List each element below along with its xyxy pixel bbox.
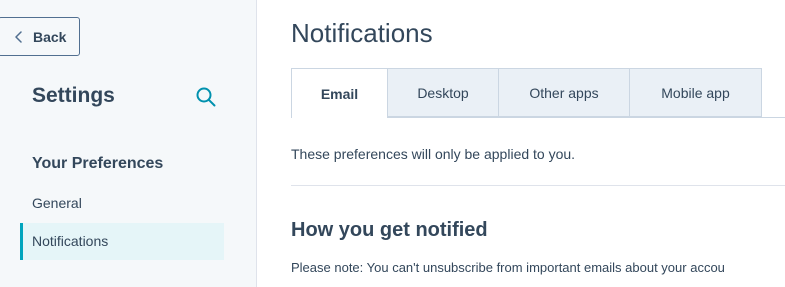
sidebar-item-notifications[interactable]: Notifications	[20, 223, 224, 260]
sidebar-item-label: Notifications	[32, 233, 109, 249]
page-title: Notifications	[291, 18, 433, 48]
section-divider	[291, 185, 785, 186]
sidebar-title: Settings	[32, 84, 115, 107]
sidebar-item-general[interactable]: General	[32, 195, 82, 211]
preferences-description: These preferences will only be applied t…	[291, 146, 576, 162]
section-heading: How you get notified	[291, 219, 488, 241]
tab-email[interactable]: Email	[291, 68, 388, 118]
search-icon[interactable]	[195, 86, 217, 108]
back-button[interactable]: Back	[0, 17, 80, 56]
chevron-left-icon	[15, 31, 22, 43]
back-button-label: Back	[33, 29, 67, 45]
tab-bar: Email Desktop Other apps Mobile app	[291, 68, 785, 118]
tab-other-apps[interactable]: Other apps	[498, 68, 630, 117]
tab-mobile-app[interactable]: Mobile app	[629, 68, 762, 117]
sidebar-section-heading: Your Preferences	[32, 155, 164, 172]
settings-sidebar: Back Settings Your Preferences General N…	[0, 0, 257, 287]
tab-desktop[interactable]: Desktop	[387, 68, 499, 117]
unsubscribe-note: Please note: You can't unsubscribe from …	[291, 260, 725, 275]
